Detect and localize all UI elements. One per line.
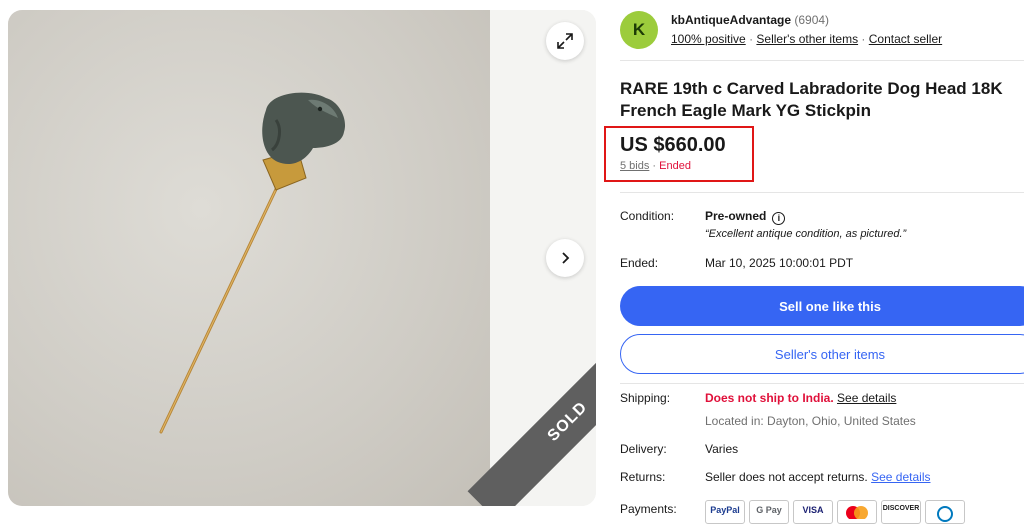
chevron-right-icon bbox=[562, 252, 570, 264]
expand-button[interactable] bbox=[546, 22, 584, 60]
item-location: Located in: Dayton, Ohio, United States bbox=[705, 414, 916, 428]
delivery-value: Varies bbox=[705, 442, 739, 456]
seller-avatar[interactable]: K bbox=[620, 11, 658, 49]
ended-value: Mar 10, 2025 10:00:01 PDT bbox=[705, 256, 854, 270]
shipping-see-details-link[interactable]: See details bbox=[837, 391, 896, 405]
info-icon[interactable]: i bbox=[772, 212, 786, 225]
returns-label: Returns: bbox=[620, 470, 666, 484]
shipping-label: Shipping: bbox=[620, 391, 671, 405]
listing-info: K kbAntiqueAdvantage (6904) 100% positiv… bbox=[604, 0, 1024, 524]
divider bbox=[620, 383, 1024, 384]
mastercard-circles bbox=[846, 506, 868, 519]
bids-link[interactable]: 5 bids bbox=[620, 160, 649, 172]
returns-see-details-link[interactable]: See details bbox=[871, 470, 930, 484]
delivery-label: Delivery: bbox=[620, 442, 667, 456]
expand-icon bbox=[557, 33, 573, 49]
shipping-row: Shipping: Does not ship to India. See de… bbox=[620, 391, 1024, 431]
stickpin-illustration bbox=[159, 92, 346, 434]
ended-label: Ended: bbox=[620, 256, 659, 270]
condition-label: Condition: bbox=[620, 209, 675, 223]
diners-club-icon bbox=[925, 500, 965, 524]
diners-circle bbox=[937, 506, 953, 522]
payments-label: Payments: bbox=[620, 502, 677, 516]
seller-other-items-button[interactable]: Seller's other items bbox=[620, 334, 1024, 374]
condition-row: Condition: Pre-owned i “Excellent antique… bbox=[620, 209, 1024, 243]
sell-one-like-this-button[interactable]: Sell one like this bbox=[620, 286, 1024, 326]
price: US $660.00 bbox=[620, 134, 726, 156]
seller-card: K kbAntiqueAdvantage (6904) 100% positiv… bbox=[620, 10, 1024, 62]
returns-value: Seller does not accept returns. bbox=[705, 470, 868, 484]
seller-name-line: kbAntiqueAdvantage (6904) bbox=[671, 13, 829, 27]
separator-dot: · bbox=[861, 32, 866, 46]
shipping-notice: Does not ship to India. bbox=[705, 391, 834, 405]
positive-feedback-link[interactable]: 100% positive bbox=[671, 32, 746, 46]
bids-status-line: 5 bids · Ended bbox=[620, 160, 691, 172]
condition-quote: “Excellent antique condition, as picture… bbox=[705, 228, 907, 240]
condition-value-wrap: Pre-owned i bbox=[705, 209, 786, 225]
payment-methods: PayPal G Pay VISA DISCOVER bbox=[705, 500, 965, 524]
status-ended: Ended bbox=[659, 160, 691, 172]
discover-icon: DISCOVER bbox=[881, 500, 921, 524]
seller-name[interactable]: kbAntiqueAdvantage bbox=[671, 13, 791, 27]
visa-icon: VISA bbox=[793, 500, 833, 524]
listing-title: RARE 19th c Carved Labradorite Dog Head … bbox=[620, 79, 1003, 120]
divider bbox=[620, 192, 1024, 193]
seller-feedback-count: (6904) bbox=[794, 13, 830, 27]
separator-dot: · bbox=[749, 32, 754, 46]
image-gallery: SOLD bbox=[8, 10, 596, 506]
google-pay-icon: G Pay bbox=[749, 500, 789, 524]
condition-value: Pre-owned bbox=[705, 209, 767, 223]
divider bbox=[620, 60, 1024, 61]
next-image-button[interactable] bbox=[546, 239, 584, 277]
mastercard-icon bbox=[837, 500, 877, 524]
shipping-value: Does not ship to India. See details bbox=[705, 391, 896, 405]
returns-value-wrap: Seller does not accept returns. See deta… bbox=[705, 470, 930, 484]
seller-other-items-link[interactable]: Seller's other items bbox=[756, 32, 858, 46]
contact-seller-link[interactable]: Contact seller bbox=[869, 32, 942, 46]
paypal-icon: PayPal bbox=[705, 500, 745, 524]
seller-links: 100% positive · Seller's other items · C… bbox=[671, 32, 942, 46]
